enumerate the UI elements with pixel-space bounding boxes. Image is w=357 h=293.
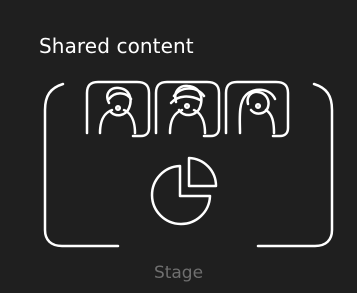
participant-icon	[154, 80, 221, 138]
participant-icon	[224, 80, 290, 138]
shared-content-panel: Shared content Stage	[0, 0, 357, 293]
participant-icon	[85, 80, 151, 138]
stage-option-label: Stage	[153, 263, 204, 283]
stage-layout-icon	[43, 80, 334, 248]
pie-chart-icon	[150, 156, 218, 226]
